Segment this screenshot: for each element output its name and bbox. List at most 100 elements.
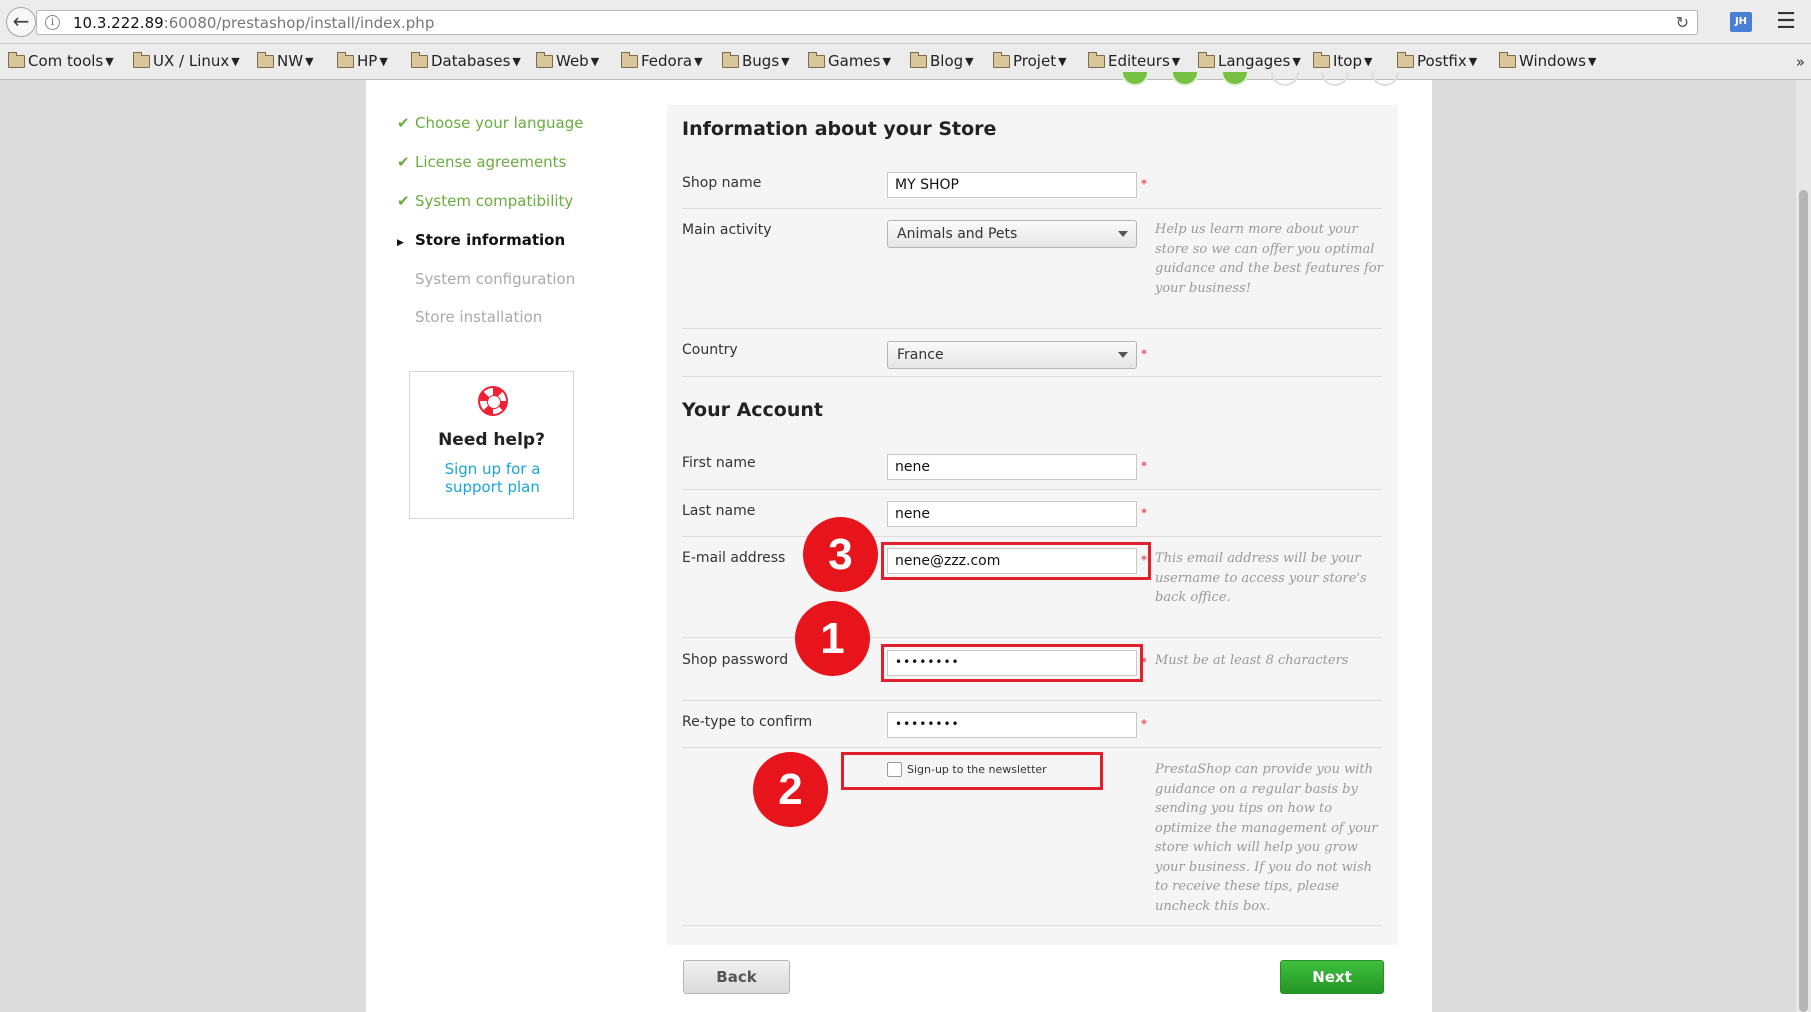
bookmark-folder[interactable]: Fedora ▼ [621, 51, 703, 70]
hamburger-menu-icon[interactable]: ☰ [1774, 10, 1798, 34]
retype-password-input[interactable]: •••••••• [887, 712, 1137, 738]
bookmark-folder[interactable]: NW ▼ [257, 51, 314, 70]
bookmark-folder[interactable]: Editeurs ▼ [1088, 51, 1181, 70]
back-button[interactable]: Back [683, 960, 790, 994]
chevron-down-icon: ▼ [590, 54, 600, 68]
bookmark-folder[interactable]: Com tools ▼ [8, 51, 114, 70]
bookmark-folder[interactable]: Itop ▼ [1313, 51, 1373, 70]
step-choose-language: ✔ Choose your language [397, 114, 583, 132]
bookmark-label: Langages [1218, 52, 1291, 70]
divider [682, 328, 1382, 329]
step-license: ✔ License agreements [397, 153, 566, 171]
newsletter-highlight-box [841, 752, 1103, 790]
chevron-down-icon: ▼ [1171, 54, 1181, 68]
progress-dot-icon [1321, 72, 1349, 86]
newsletter-hint: PrestaShop can provide you with guidance… [1155, 762, 1378, 914]
required-marker: * [1141, 177, 1147, 191]
required-marker: * [1141, 717, 1147, 731]
bookmark-folder[interactable]: Databases ▼ [411, 51, 521, 70]
bookmark-label: Projet [1013, 52, 1057, 70]
last-name-label: Last name [682, 503, 756, 519]
bookmark-folder[interactable]: Projet ▼ [993, 51, 1067, 70]
annotation-badge-2: 2 [753, 752, 828, 827]
step-label: Store installation [415, 308, 543, 326]
url-host: 10.3.222.89 [73, 14, 164, 32]
bookmark-label: UX / Linux [153, 52, 230, 70]
address-bar[interactable]: i 10.3.222.89:60080/prestashop/install/i… [36, 10, 1698, 35]
progress-dot-icon [1121, 72, 1149, 86]
chevron-down-icon: ▼ [512, 54, 521, 68]
checkmark-icon: ✔ [397, 114, 410, 132]
folder-icon [1499, 51, 1516, 68]
step-label: System configuration [415, 270, 576, 288]
folder-icon [536, 51, 553, 68]
progress-dot-icon [1221, 72, 1249, 86]
bookmark-label: Fedora [641, 52, 693, 70]
chevron-down-icon: ▼ [1468, 54, 1478, 68]
bookmark-folder[interactable]: HP ▼ [337, 51, 388, 70]
bookmarks-overflow-icon[interactable]: » [1796, 53, 1805, 71]
retype-label: Re-type to confirm [682, 714, 813, 730]
main-activity-select[interactable]: Animals and Pets [887, 220, 1137, 248]
required-marker: * [1141, 506, 1147, 520]
chevron-down-icon: ▼ [965, 54, 974, 68]
progress-dot-icon [1271, 72, 1299, 86]
dropdown-arrow-icon [1118, 231, 1128, 237]
folder-icon [808, 51, 825, 68]
bookmark-folder[interactable]: Langages ▼ [1198, 51, 1301, 70]
step-label: Store information [415, 231, 566, 249]
dropdown-arrow-icon [1118, 352, 1128, 358]
required-marker: * [1141, 347, 1147, 361]
bookmark-label: Itop [1333, 52, 1363, 70]
bookmark-label: Com tools [28, 52, 104, 70]
caret-right-icon: ▶ [397, 238, 404, 248]
divider [682, 637, 1382, 638]
chevron-down-icon: ▼ [1364, 54, 1373, 68]
reload-icon[interactable]: ↻ [1676, 13, 1689, 32]
chevron-down-icon: ▼ [694, 54, 703, 68]
first-name-input[interactable]: nene [887, 454, 1137, 480]
support-plan-link[interactable]: Sign up for a support plan [430, 460, 555, 496]
chevron-down-icon: ▼ [379, 54, 388, 68]
info-icon[interactable]: i [45, 15, 60, 30]
last-name-input[interactable]: nene [887, 501, 1137, 527]
help-box: Need help? Sign up for a support plan [409, 371, 574, 519]
browser-toolbar: ← i 10.3.222.89:60080/prestashop/install… [0, 0, 1811, 44]
lifebuoy-icon [478, 386, 508, 416]
bookmark-folder[interactable]: Bugs ▼ [722, 51, 790, 70]
bookmark-folder[interactable]: UX / Linux ▼ [133, 51, 240, 70]
chevron-down-icon: ▼ [781, 54, 790, 68]
progress-dot-icon [1171, 72, 1199, 86]
bookmark-label: HP [357, 52, 378, 70]
shop-name-input[interactable]: MY SHOP [887, 172, 1137, 198]
folder-icon [133, 51, 150, 68]
country-select[interactable]: France [887, 341, 1137, 369]
bookmark-folder[interactable]: Games ▼ [808, 51, 891, 70]
account-section-title: Your Account [682, 399, 823, 421]
step-label: License agreements [415, 153, 567, 171]
folder-icon [621, 51, 638, 68]
folder-icon [337, 51, 354, 68]
divider [682, 700, 1382, 701]
folder-icon [411, 51, 428, 68]
folder-icon [257, 51, 274, 68]
progress-dot-icon [1371, 72, 1399, 86]
page-scrollbar[interactable] [1796, 80, 1811, 1012]
url-text: 10.3.222.89:60080/prestashop/install/ind… [73, 14, 434, 32]
folder-icon [993, 51, 1010, 68]
folder-icon [1313, 51, 1330, 68]
step-system-compatibility: ✔ System compatibility [397, 192, 573, 210]
next-button[interactable]: Next [1280, 960, 1384, 994]
back-arrow-icon[interactable]: ← [6, 7, 36, 37]
bookmark-folder[interactable]: Web ▼ [536, 51, 600, 70]
bookmark-folder[interactable]: Blog ▼ [910, 51, 974, 70]
bookmark-label: Windows [1519, 52, 1586, 70]
chevron-down-icon: ▼ [1587, 54, 1597, 68]
extension-icon[interactable]: JH [1730, 12, 1752, 32]
divider [682, 489, 1382, 490]
scrollbar-thumb[interactable] [1799, 190, 1808, 1012]
checkmark-icon: ✔ [397, 153, 410, 171]
bookmark-folder[interactable]: Postfix ▼ [1397, 51, 1478, 70]
bookmark-folder[interactable]: Windows ▼ [1499, 51, 1597, 70]
bookmarks-bar: Com tools ▼ UX / Linux ▼ NW ▼ HP ▼ Databases… [0, 44, 1811, 80]
